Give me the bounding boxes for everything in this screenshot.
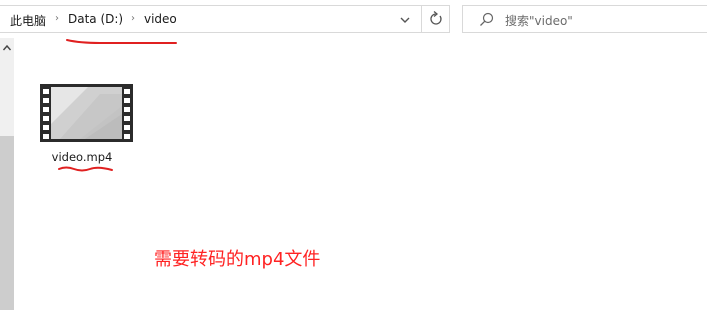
breadcrumb-data-drive[interactable]: Data (D:) xyxy=(68,12,123,26)
chevron-right-icon[interactable]: › xyxy=(131,13,135,24)
scroll-up-arrow-icon[interactable] xyxy=(2,44,12,52)
annotation-underline-breadcrumb xyxy=(66,39,177,44)
scrollbar-thumb[interactable] xyxy=(0,136,14,310)
search-icon xyxy=(480,12,494,26)
file-item-video[interactable]: video.mp4 xyxy=(36,84,136,174)
breadcrumb-this-pc[interactable]: 此电脑 xyxy=(10,12,46,29)
annotation-underline-filename xyxy=(58,166,113,172)
refresh-button[interactable] xyxy=(421,6,450,32)
refresh-icon xyxy=(430,11,442,25)
search-box[interactable]: 搜索"video" xyxy=(462,5,707,33)
search-placeholder[interactable]: 搜索"video" xyxy=(505,12,573,29)
address-bar[interactable]: 此电脑 › Data (D:) › video xyxy=(0,5,450,33)
annotation-label: 需要转码的mp4文件 xyxy=(154,249,321,270)
breadcrumb-video[interactable]: video xyxy=(144,12,177,26)
toolbar: 此电脑 › Data (D:) › video 搜索"video" xyxy=(0,0,707,38)
vertical-scrollbar[interactable] xyxy=(0,38,14,310)
video-file-icon xyxy=(40,84,133,142)
chevron-down-icon[interactable] xyxy=(396,13,414,27)
chevron-right-icon[interactable]: › xyxy=(55,13,59,24)
